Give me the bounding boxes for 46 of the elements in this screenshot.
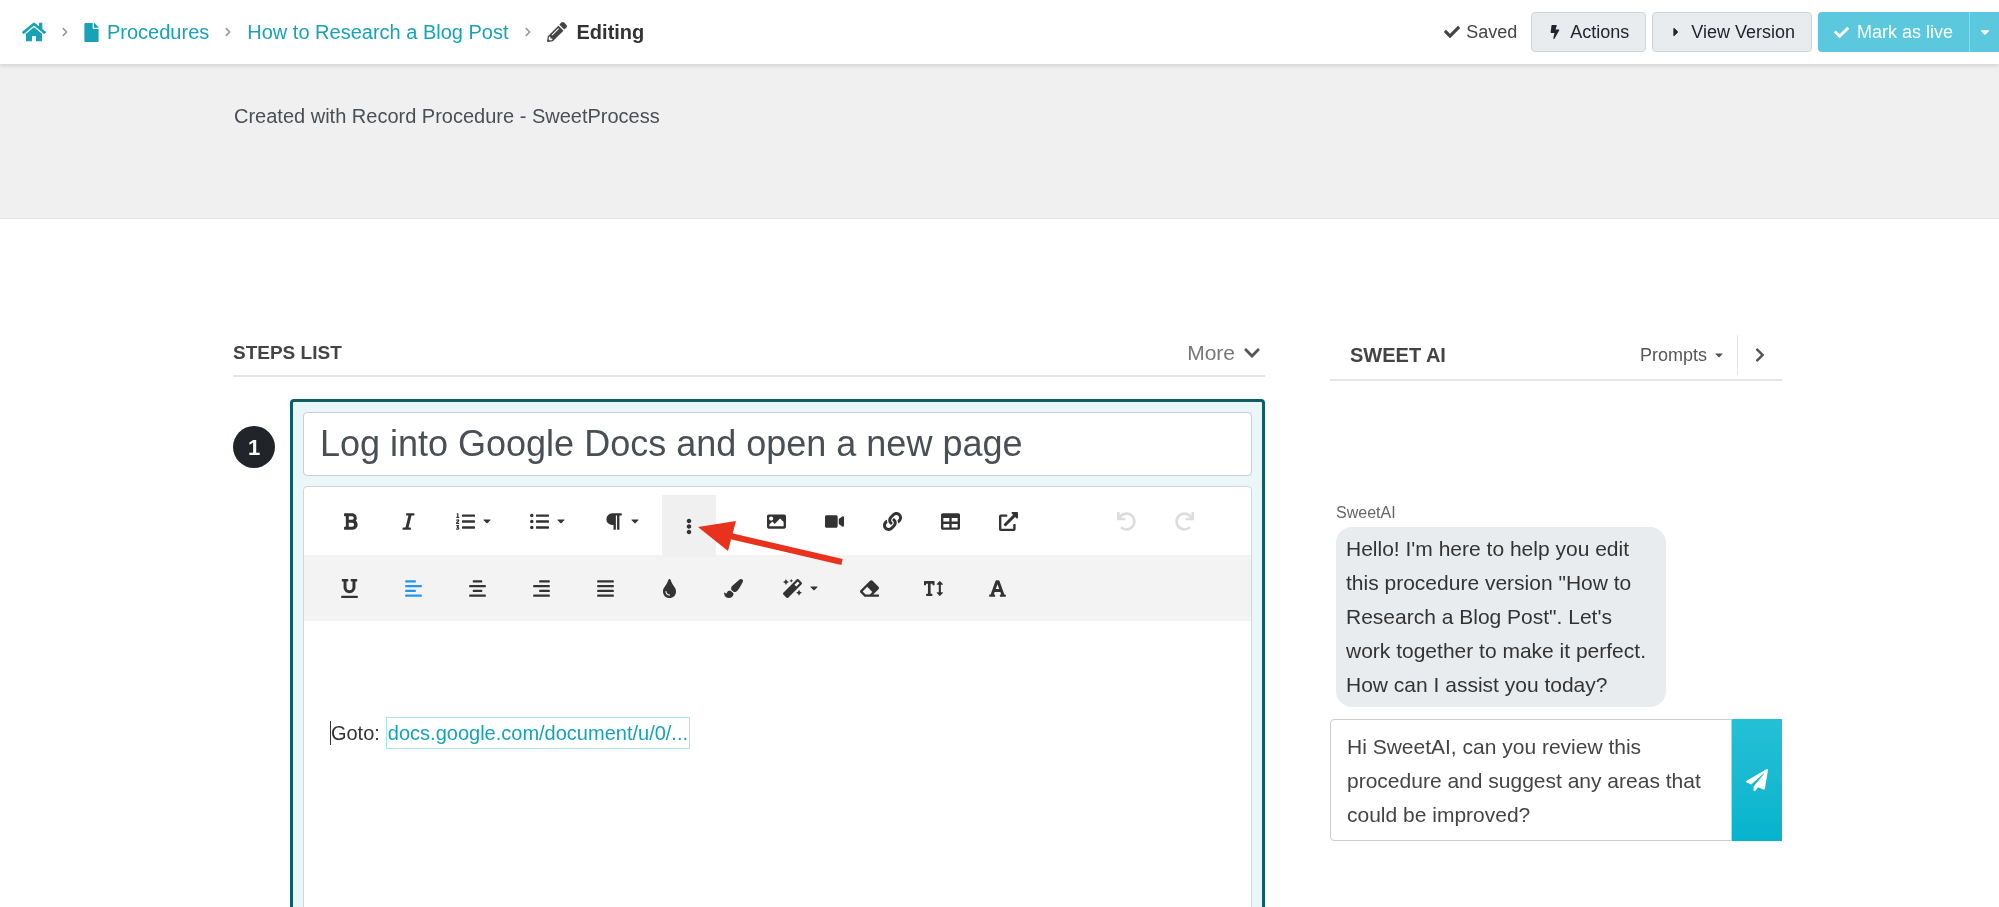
procedure-subtitle: Created with Record Procedure - SweetProcess xyxy=(234,104,661,129)
check-icon xyxy=(1444,24,1461,40)
text-height-icon xyxy=(924,578,944,598)
step-text: Goto: xyxy=(330,721,380,746)
message-sender: SweetAI xyxy=(1336,503,1397,523)
undo-icon xyxy=(1117,511,1137,531)
prompts-dropdown[interactable]: Prompts xyxy=(1639,335,1738,375)
chat-input[interactable]: Hi SweetAI, can you review this procedure and suggest any areas that could be improved? xyxy=(1330,719,1732,841)
text-cursor xyxy=(329,721,331,745)
bold-icon xyxy=(341,511,361,531)
brush-icon xyxy=(724,578,744,598)
magic-wand-icon xyxy=(783,578,803,598)
actions-button[interactable]: Actions xyxy=(1531,12,1647,52)
step-title-field[interactable]: Log into Google Docs and open a new page xyxy=(302,412,1252,476)
check-icon xyxy=(1833,24,1849,40)
dropdown-toggle[interactable] xyxy=(1969,12,1999,52)
chevron-icon xyxy=(522,27,533,37)
eraser-icon xyxy=(860,578,880,598)
panel-title: SWEET AI xyxy=(1350,343,1446,368)
section-title: STEPS LIST xyxy=(233,340,342,365)
align-right-icon xyxy=(532,578,552,598)
external-link-icon xyxy=(999,511,1019,531)
step-number: 1 xyxy=(233,426,275,468)
table-icon xyxy=(941,511,961,531)
bullet-list-icon xyxy=(530,511,550,531)
paragraph-icon xyxy=(604,511,624,531)
numbered-list-icon xyxy=(456,511,476,531)
more-button[interactable]: More xyxy=(1187,337,1265,369)
font-icon xyxy=(988,578,1008,598)
align-left-icon xyxy=(404,578,424,598)
current-page: Editing xyxy=(576,20,645,45)
link-icon xyxy=(883,511,903,531)
document-icon xyxy=(84,22,99,42)
pencil-icon xyxy=(546,22,567,42)
home-icon[interactable] xyxy=(22,20,46,44)
more-icon xyxy=(685,516,692,536)
align-center-icon xyxy=(468,578,488,598)
underline-icon xyxy=(340,578,360,598)
chevron-icon xyxy=(60,27,70,37)
justify-icon xyxy=(596,578,616,598)
view-version-button[interactable]: View Version xyxy=(1652,12,1812,52)
save-status: Saved xyxy=(1466,20,1518,44)
send-icon xyxy=(1746,769,1768,791)
chat-bubble: Hello! I'm here to help you edit this procedure version "How to Research a Blog Post". Let's work together to make it perfect. How can I assist you today? xyxy=(1336,527,1666,707)
image-icon xyxy=(767,511,787,531)
redo-icon xyxy=(1175,511,1195,531)
